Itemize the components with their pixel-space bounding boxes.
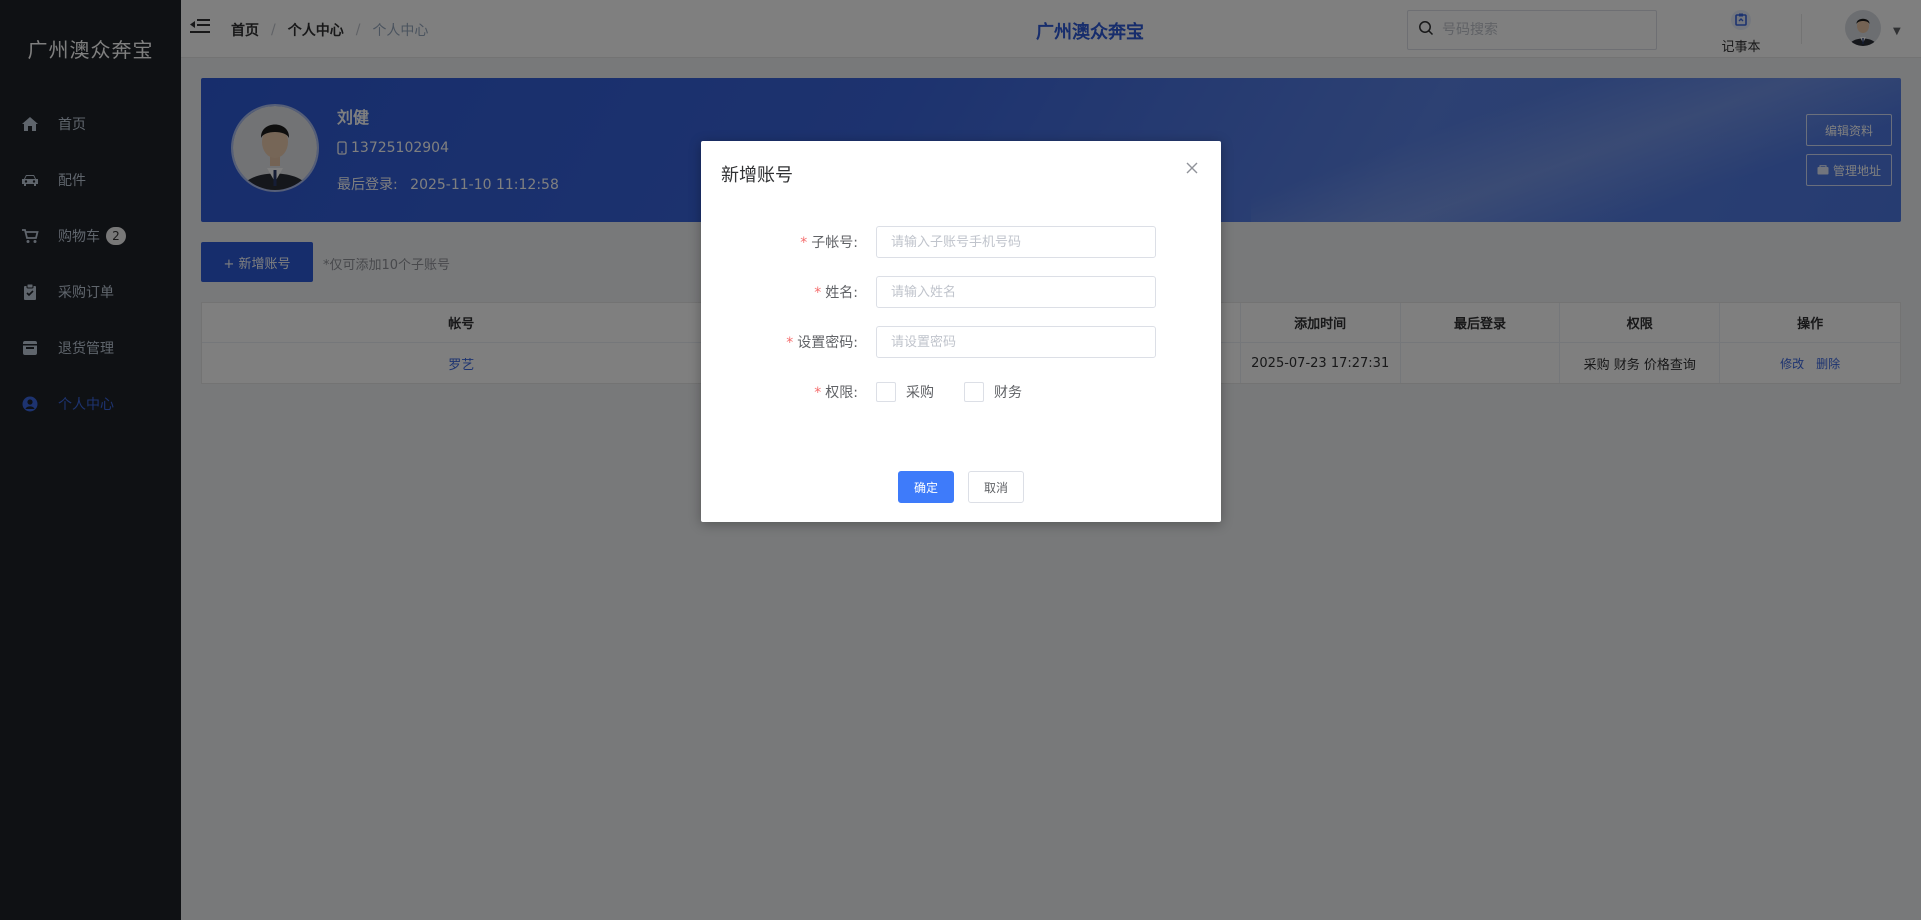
add-account-dialog: 新增账号 *子帐号: *姓名: *设置密码: *权限: 采购 财务 确定 取消 xyxy=(701,141,1221,522)
name-label: * 姓名: xyxy=(814,285,858,301)
name-input[interactable] xyxy=(876,276,1156,308)
permission-option-label: 采购 xyxy=(906,385,934,401)
form-row-name: * 姓名: xyxy=(701,275,1221,309)
sub-account-input[interactable] xyxy=(876,226,1156,258)
password-label: * 设置密码: xyxy=(786,335,858,351)
permission-checkbox-finance[interactable]: 财务 xyxy=(964,382,1022,402)
close-icon[interactable] xyxy=(1185,161,1201,177)
dialog-title: 新增账号 xyxy=(721,165,793,186)
form-row-password: * 设置密码: xyxy=(701,325,1221,359)
checkbox[interactable] xyxy=(876,382,896,402)
password-input[interactable] xyxy=(876,326,1156,358)
sub-account-label: * 子帐号: xyxy=(800,235,858,251)
permission-checkbox-purchase[interactable]: 采购 xyxy=(876,382,934,402)
confirm-button[interactable]: 确定 xyxy=(898,471,954,503)
permission-option-label: 财务 xyxy=(994,385,1022,401)
permission-label: * 权限: xyxy=(814,385,858,401)
cancel-button[interactable]: 取消 xyxy=(968,471,1024,503)
checkbox[interactable] xyxy=(964,382,984,402)
form-row-permission: * 权限: 采购 财务 xyxy=(701,375,1221,409)
form-row-sub-account: * 子帐号: xyxy=(701,225,1221,259)
